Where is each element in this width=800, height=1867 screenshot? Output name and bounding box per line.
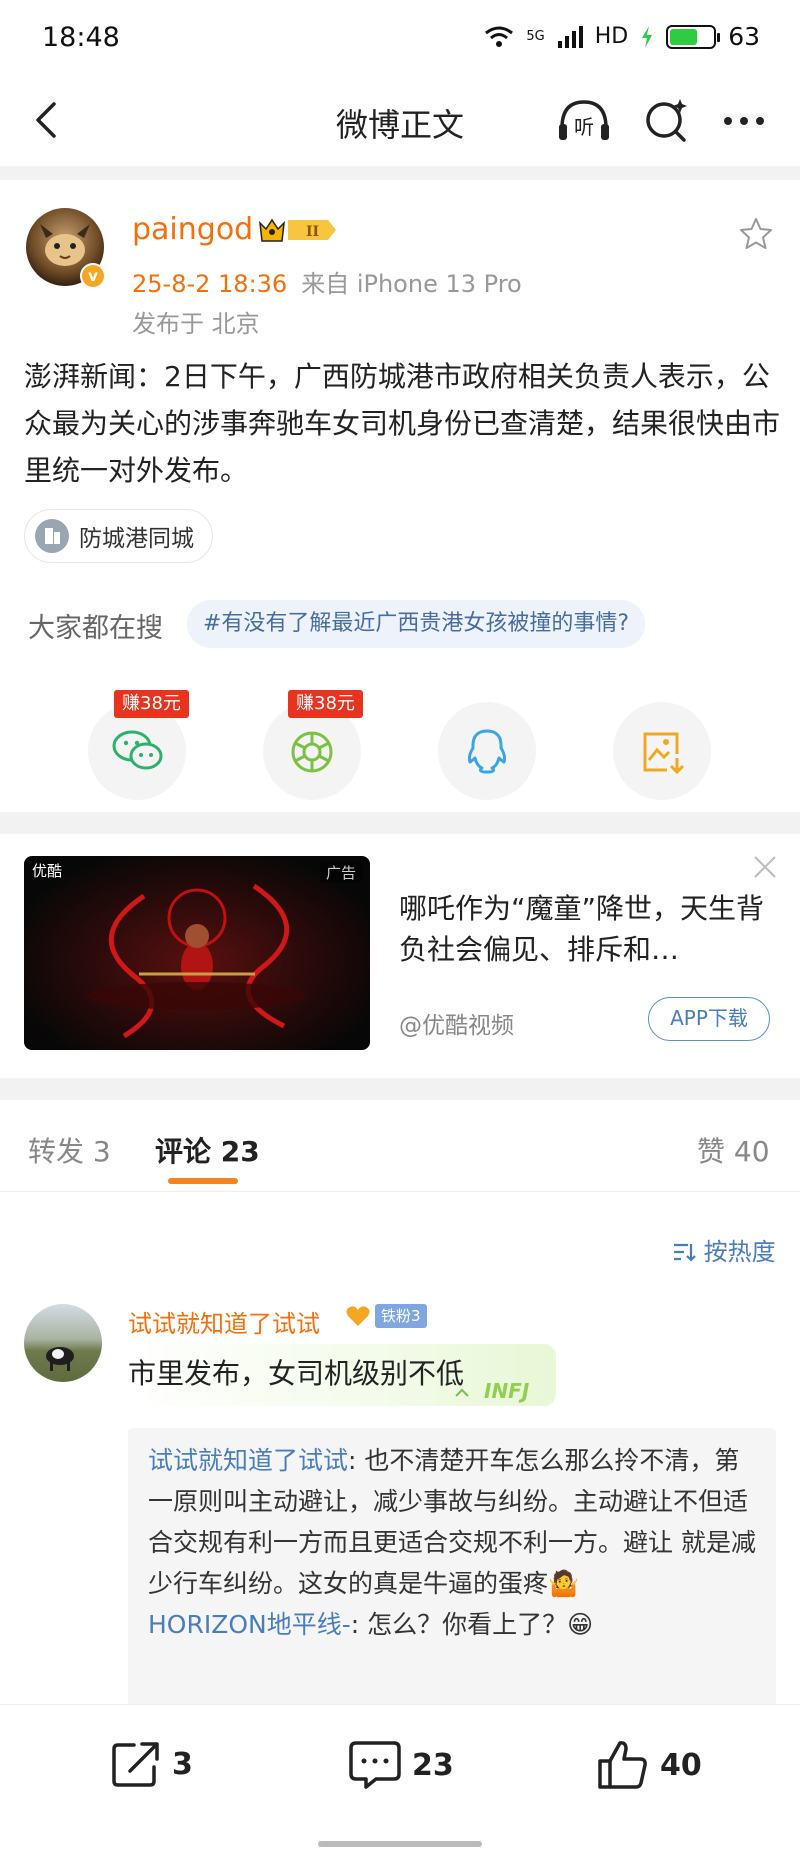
favorite-star-icon[interactable] [738, 216, 774, 252]
comment-text: 市里发布，女司机级别不低 [128, 1357, 465, 1390]
earn-badge: 赚38元 [114, 690, 189, 718]
ad-tag: 广告 [319, 862, 362, 883]
reply-item[interactable]: 试试就知道了试试: 也不清楚开车怎么那么拎不清，第一原则叫主动避让，减少事故与纠… [148, 1440, 756, 1604]
network-label: 5G [526, 29, 545, 44]
wechat-icon [112, 730, 163, 770]
sort-button[interactable]: 按热度 [672, 1232, 776, 1267]
thumbs-up-icon [598, 1741, 647, 1789]
fan-heart-icon [346, 1306, 370, 1326]
repost-button[interactable]: 3 [110, 1739, 193, 1789]
status-icons: 5G HD 63 [484, 22, 760, 51]
svg-text:INFJ: INFJ [484, 1379, 530, 1403]
ad-card[interactable]: 优酷 广告 哪吒作为“魔童”降世，天生背负社会偏见、排斥和… @优酷视频 APP… [0, 834, 800, 1078]
author-name[interactable]: paingod [132, 212, 253, 247]
hd-label: HD [594, 24, 629, 49]
commenter-name[interactable]: 试试就知道了试试 [128, 1304, 320, 1339]
home-indicator [318, 1841, 482, 1847]
status-bar: 18:48 5G HD 63 [0, 0, 800, 76]
save-image-button[interactable] [613, 702, 711, 800]
commenter-avatar[interactable] [24, 1304, 102, 1382]
location-tag[interactable]: 防城港同城 [24, 509, 213, 563]
verified-icon: v [80, 263, 106, 289]
search-icon[interactable] [638, 96, 694, 146]
earn-badge: 赚38元 [288, 690, 363, 718]
post-card: v paingod II 25-8-2 18:36 来自 iPhone 13 Pr… [0, 180, 800, 812]
signal-icon [557, 25, 583, 48]
post-meta: 25-8-2 18:36 来自 iPhone 13 Pro [132, 264, 522, 299]
repost-icon [112, 1742, 159, 1787]
ad-source: @优酷视频 [399, 1013, 514, 1039]
fan-badge-label: 铁粉3 [375, 1304, 427, 1328]
ad-title[interactable]: 哪吒作为“魔童”降世，天生背负社会偏见、排斥和… [399, 888, 779, 970]
svg-text:II: II [306, 224, 319, 240]
post-location: 发布于 北京 [132, 310, 260, 338]
trending-search-topic[interactable]: #有没有了解最近广西贵港女孩被撞的事情? [187, 600, 646, 648]
repost-count: 3 [172, 1746, 193, 1782]
fan-badge: 铁粉3 [345, 1304, 427, 1328]
post-source: 来自 iPhone 13 Pro [301, 270, 522, 298]
qq-icon [467, 729, 507, 774]
building-icon [35, 519, 69, 553]
comment-icon [349, 1741, 401, 1789]
trending-search-label: 大家都在搜 [28, 613, 163, 644]
close-icon[interactable] [752, 854, 778, 880]
ad-image-label: 优酷 [32, 862, 63, 880]
more-icon[interactable] [718, 96, 774, 146]
reply-author[interactable]: HORIZON地平线- [148, 1610, 351, 1639]
post-date: 25-8-2 18:36 [132, 270, 288, 298]
comment-count: 23 [412, 1747, 454, 1783]
location-tag-label: 防城港同城 [79, 526, 194, 552]
nav-bar: 微博正文 听 [0, 76, 800, 166]
share-qq-button[interactable] [438, 702, 536, 800]
reply-item[interactable]: HORIZON地平线-: 怎么？你看上了？😁 [148, 1604, 756, 1645]
reply-author[interactable]: 试试就知道了试试 [148, 1446, 348, 1475]
sort-label: 按热度 [703, 1238, 776, 1266]
charging-icon [642, 25, 653, 48]
save-image-icon [643, 732, 685, 775]
post-text: 澎湃新闻：2日下午，广西防城港市政府相关负责人表示，公众最为关心的涉事奔驰车女司… [24, 360, 781, 487]
like-button[interactable]: 40 [596, 1739, 702, 1791]
svg-text:听: 听 [574, 115, 594, 139]
tab-repost[interactable]: 转发 3 [28, 1130, 111, 1170]
sort-icon [674, 1243, 696, 1262]
interaction-tabs: 转发 3 评论 23 赞 40 [0, 1100, 800, 1192]
bottom-action-bar: 3 23 40 [0, 1704, 800, 1867]
comment-button[interactable]: 23 [348, 1739, 454, 1791]
reply-text: : 怎么？你看上了？😁 [350, 1610, 594, 1639]
tab-like[interactable]: 赞 40 [697, 1130, 770, 1170]
listen-icon[interactable]: 听 [556, 96, 612, 146]
tab-comment[interactable]: 评论 23 [155, 1130, 260, 1170]
battery-icon [666, 24, 721, 49]
comment-list: 按热度 试试就知道了试试 铁粉3 INFJ 市里发布，女司机级别不低 试试就知道… [0, 1192, 800, 1704]
ad-image[interactable]: 优酷 广告 [24, 856, 370, 1050]
active-tab-indicator [168, 1178, 238, 1184]
like-count: 40 [660, 1747, 702, 1783]
wifi-icon [485, 26, 514, 47]
member-crown-icon: II [259, 218, 336, 242]
reply-list[interactable]: 试试就知道了试试: 也不清楚开车怎么那么拎不清，第一原则叫主动避让，减少事故与纠… [128, 1428, 776, 1704]
app-download-button[interactable]: APP下载 [648, 997, 770, 1041]
battery-percent: 63 [728, 22, 760, 51]
moments-icon [291, 731, 333, 773]
status-time: 18:48 [42, 22, 120, 53]
